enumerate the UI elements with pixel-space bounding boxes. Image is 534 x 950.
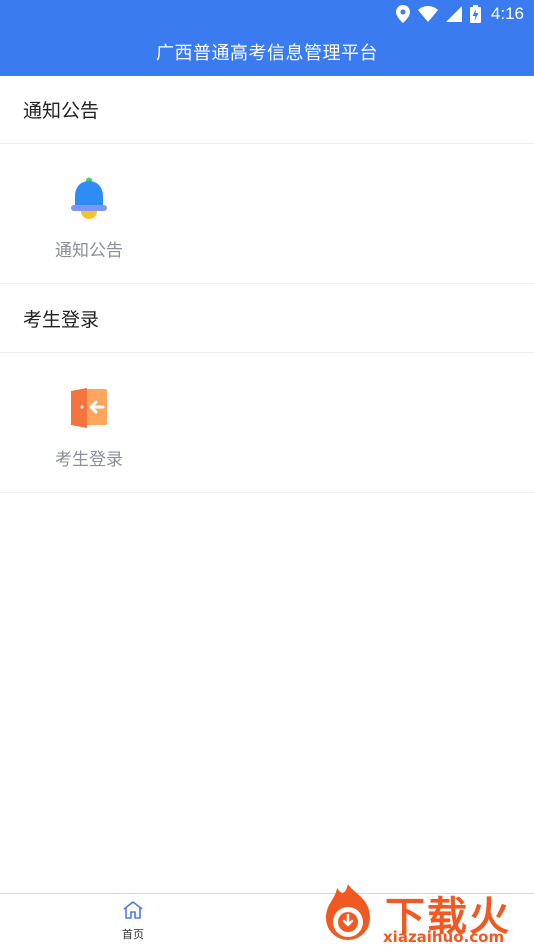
section-title: 通知公告 <box>23 100 100 122</box>
nav-item-home[interactable]: 首页 <box>108 900 158 946</box>
app-header: 广西普通高考信息管理平台 <box>0 28 534 76</box>
location-icon <box>395 5 410 23</box>
watermark-logo: 下载火 xiazaihuo.com <box>315 880 534 950</box>
tile-area-login: 考生登录 <box>0 353 534 493</box>
signal-icon <box>445 6 462 22</box>
notices-tile[interactable]: 通知公告 <box>40 168 138 268</box>
flame-logo-icon <box>326 884 370 940</box>
tile-label: 通知公告 <box>55 241 123 261</box>
section-header-notices: 通知公告 <box>0 76 534 144</box>
section-header-login: 考生登录 <box>0 285 534 353</box>
tile-label: 考生登录 <box>55 450 123 470</box>
battery-charging-icon <box>469 5 481 23</box>
wifi-icon <box>417 6 438 22</box>
status-time: 4:16 <box>490 4 524 23</box>
status-bar: 4:16 <box>0 0 534 28</box>
login-door-icon <box>66 385 112 431</box>
tile-area-notices: 通知公告 <box>0 144 534 284</box>
home-icon <box>122 900 144 924</box>
page-title: 广西普通高考信息管理平台 <box>156 43 378 64</box>
section-title: 考生登录 <box>23 309 100 331</box>
bell-icon <box>66 176 112 222</box>
nav-label: 首页 <box>122 928 144 941</box>
student-login-tile[interactable]: 考生登录 <box>40 377 138 477</box>
watermark-domain: xiazaihuo.com <box>383 928 505 946</box>
